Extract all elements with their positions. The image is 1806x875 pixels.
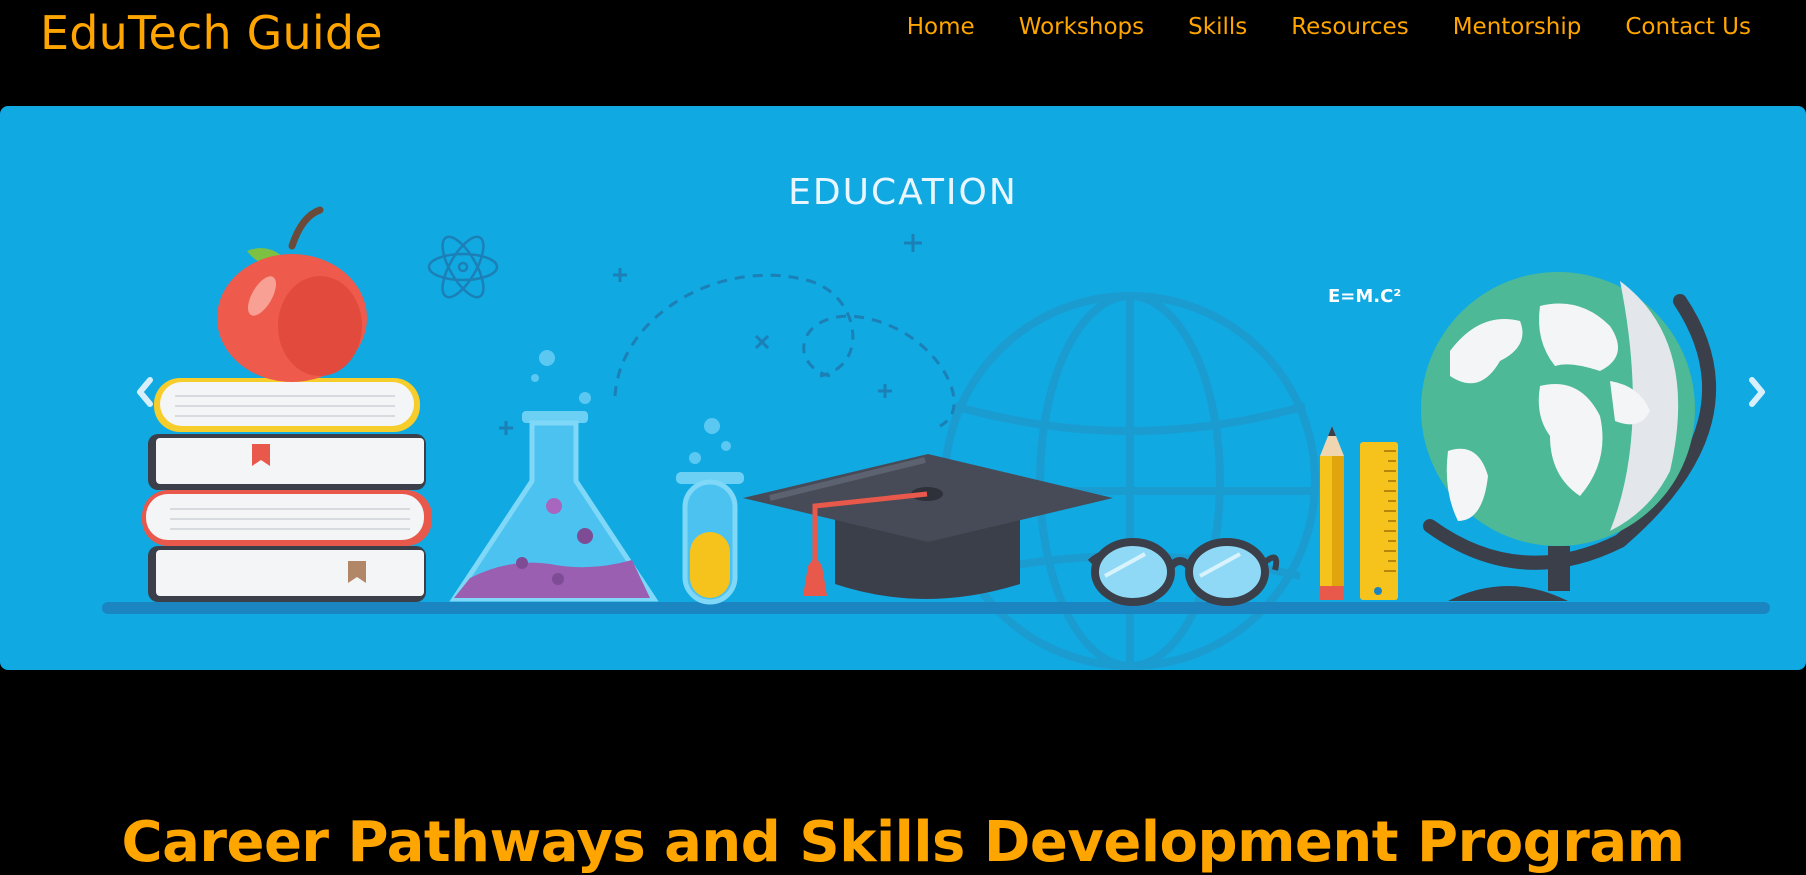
shelf [102,602,1770,614]
nav-link-skills[interactable]: Skills [1188,14,1247,40]
atom-icon [427,235,499,299]
carousel-caption: EDUCATION [788,172,1018,213]
plus-marks [499,234,922,435]
ruler-icon [1360,442,1398,600]
navbar: EduTech Guide Home Workshops Skills Reso… [0,0,1806,104]
page-heading: Career Pathways and Skills Development P… [121,809,1685,875]
carousel-prev-button[interactable] [122,374,162,414]
hero-carousel: EDUCATION E=M.C² [0,106,1806,670]
formula-text: E=M.C² [1328,286,1402,307]
flask-icon [449,350,659,602]
pencil-icon [1320,426,1344,600]
glasses-icon [1087,538,1280,606]
nav-link-contact-us[interactable]: Contact Us [1625,14,1751,40]
nav-link-resources[interactable]: Resources [1291,14,1408,40]
nav-link-workshops[interactable]: Workshops [1019,14,1144,40]
nav-links: Home Workshops Skills Resources Mentorsh… [907,14,1751,40]
carousel-next-button[interactable] [1744,374,1784,414]
dashed-trajectory [613,273,956,428]
apple-icon [217,206,367,382]
globe-icon [1421,272,1716,601]
book-stack-icon [142,378,432,602]
graduation-cap-icon [743,454,1113,599]
test-tube-icon [676,418,744,605]
nav-link-mentorship[interactable]: Mentorship [1453,14,1582,40]
brand-logo-text[interactable]: EduTech Guide [40,6,383,60]
nav-link-home[interactable]: Home [907,14,975,40]
